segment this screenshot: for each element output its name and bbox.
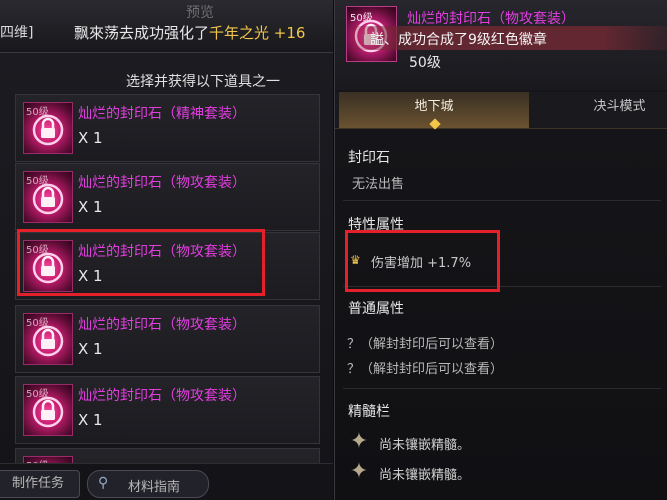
highlight-box — [345, 230, 500, 292]
normal-attribute-line: ？（解封封印后可以查看） — [347, 337, 504, 352]
lock-icon: 50级 — [23, 384, 73, 436]
announcement: 飘來荡去成功强化了千年之光 +16 — [74, 22, 305, 43]
item-category: 封印石 — [348, 150, 390, 166]
lock-icon: 50级 — [23, 171, 73, 223]
lock-icon: 50级 — [23, 102, 73, 154]
reward-selection-panel: 预览 四维] 飘來荡去成功强化了千年之光 +16 选择并获得以下道具之一 50级… — [0, 0, 333, 500]
selection-instruction: 选择并获得以下道具之一 — [126, 74, 280, 90]
item-name: 灿烂的封印石（精神套装） — [78, 106, 246, 122]
essence-slot: 尚未镶嵌精髓。 — [379, 468, 471, 483]
essence-slot-heading: 精髓栏 — [348, 404, 390, 420]
reward-item[interactable]: 50级 灿烂的封印石（物攻套装） X 1 — [15, 305, 320, 373]
bottom-bar: 制作任务 ⚲ 材料指南 — [0, 463, 333, 500]
divider — [343, 388, 661, 389]
search-icon: ⚲ — [98, 475, 109, 491]
sale-status: 无法出售 — [352, 177, 405, 192]
divider — [343, 200, 661, 201]
item-quantity: X 1 — [78, 198, 103, 216]
tab-dungeon-label: 地下城 — [414, 99, 454, 114]
star-icon: ✦ — [349, 429, 369, 454]
announcement-item: 千年之光 +16 — [209, 24, 306, 42]
essence-slot: 尚未镶嵌精髓。 — [379, 438, 471, 453]
normal-attribute-line: ？（解封封印后可以查看） — [347, 362, 504, 377]
item-name: 灿烂的封印石（物攻套装） — [78, 175, 246, 191]
item-quantity: X 1 — [78, 411, 103, 429]
highlight-box — [17, 229, 265, 296]
item-quantity: X 1 — [78, 129, 103, 147]
reward-item[interactable]: 50级 灿烂的封印石（精神套装） X 1 — [15, 94, 320, 162]
notification-text: 謚、成功合成了9级红色徽章 — [370, 32, 547, 48]
item-title: 灿烂的封印石（物攻套装） — [407, 11, 575, 27]
active-tab-indicator — [429, 118, 441, 130]
tab-dungeon[interactable]: 地下城 — [339, 92, 529, 130]
system-notification: 謚、成功合成了9级红色徽章 — [352, 26, 667, 50]
item-quantity: X 1 — [78, 340, 103, 358]
material-guide-label: 材料指南 — [128, 480, 181, 495]
lock-icon: 50级 — [23, 313, 73, 365]
craft-task-button[interactable]: 制作任务 — [0, 470, 80, 498]
star-icon: ✦ — [349, 459, 369, 484]
title-fragment: 四维] — [0, 25, 34, 41]
reward-item[interactable]: 50级 灿烂的封印石（物攻套装） X 1 — [15, 163, 320, 231]
material-guide-button[interactable]: ⚲ 材料指南 — [87, 470, 209, 498]
item-name: 灿烂的封印石（物攻套装） — [78, 388, 246, 404]
announcement-text: 飘來荡去成功强化了 — [74, 24, 210, 42]
tab-duel-mode[interactable]: 决斗模式 — [571, 92, 667, 128]
item-level: 50级 — [409, 55, 441, 71]
reward-item[interactable]: 50级 灿烂的封印石（物攻套装） X 1 — [15, 376, 320, 444]
tooltip-header: 50级 灿烂的封印石（物攻套装） 謚、成功合成了9级红色徽章 50级 — [335, 0, 667, 90]
mode-tabs: 地下城 决斗模式 — [335, 92, 667, 130]
item-name: 灿烂的封印石（物攻套装） — [78, 317, 246, 333]
panel-title: 预览 — [186, 5, 214, 21]
normal-attribute-heading: 普通属性 — [348, 301, 404, 317]
top-bar: 预览 四维] 飘來荡去成功强化了千年之光 +16 — [0, 0, 333, 53]
